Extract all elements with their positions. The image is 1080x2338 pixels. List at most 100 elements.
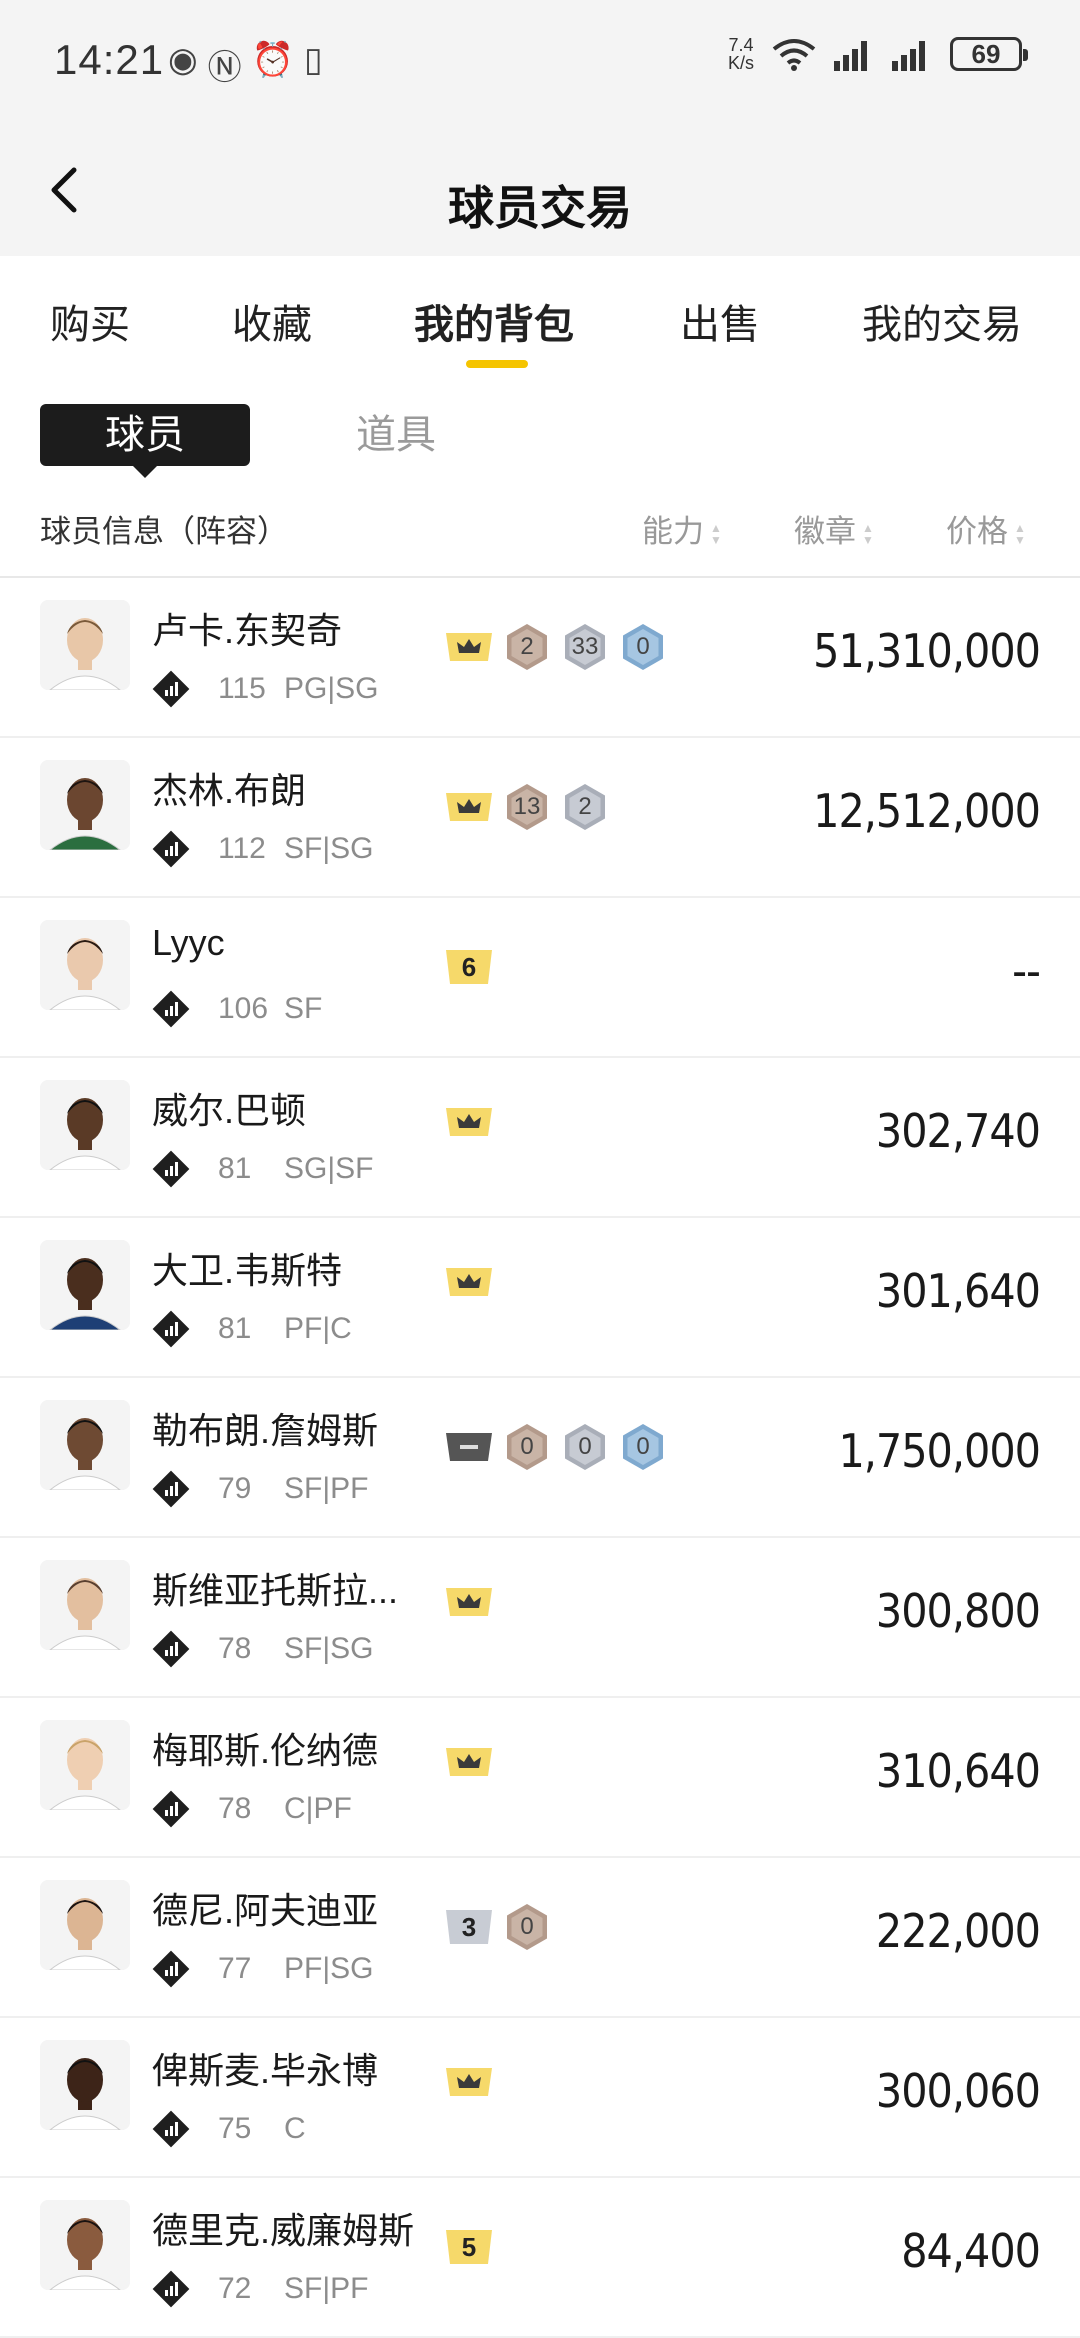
tab-favorites[interactable]: 收藏	[232, 292, 312, 350]
tab-my-backpack[interactable]: 我的背包	[414, 292, 574, 350]
column-price[interactable]: 价格 ▲ ▼	[946, 506, 1026, 551]
player-avatar	[40, 600, 130, 690]
player-avatar	[40, 920, 130, 1010]
player-avatar	[40, 2200, 130, 2290]
badge-count: 0	[520, 1913, 534, 1940]
player-rating: 81	[218, 1312, 252, 1345]
player-price: --	[1012, 944, 1041, 998]
player-price: 12,512,000	[813, 784, 1041, 838]
active-tab-indicator	[466, 360, 528, 368]
rank-icon	[152, 990, 190, 1028]
column-ability[interactable]: 能力 ▲ ▼	[642, 506, 722, 551]
player-avatar	[40, 1720, 130, 1810]
player-name: Lyyc	[152, 922, 225, 963]
player-row[interactable]: 威尔.巴顿 81 SG|SF 302,740	[0, 1058, 1080, 1218]
player-rating: 81	[218, 1152, 252, 1185]
player-row[interactable]: 杰林.布朗 112 SF|SG 13 2 12,512,000	[0, 738, 1080, 898]
badge-group	[444, 1582, 494, 1622]
player-rating: 78	[218, 1792, 252, 1825]
player-name: 勒布朗.詹姆斯	[152, 1410, 379, 1451]
sort-icon: ▲ ▼	[1014, 520, 1026, 547]
player-positions: SF|PF	[284, 1472, 369, 1505]
notification-icons: ◉ Ⓝ ⏰ ▯	[168, 40, 323, 89]
crown-badge-icon	[446, 633, 492, 661]
player-positions: SF	[284, 992, 323, 1025]
column-price-label: 价格	[946, 514, 1008, 549]
player-price: 222,000	[875, 1904, 1041, 1958]
rank-icon	[152, 1630, 190, 1668]
player-avatar	[40, 1560, 130, 1650]
player-positions: PF|SG	[284, 1952, 374, 1985]
tab-my-trades[interactable]: 我的交易	[862, 292, 1022, 350]
player-row[interactable]: 卢卡.东契奇 115 PG|SG 2 33 0 51,310,000	[0, 578, 1080, 738]
silver-badge-icon: 2	[560, 782, 610, 832]
player-row[interactable]: 大卫.韦斯特 81 PF|C 301,640	[0, 1218, 1080, 1378]
player-price: 1,750,000	[838, 1424, 1041, 1478]
player-rating: 106	[218, 992, 269, 1025]
player-row[interactable]: 斯维亚托斯拉... 78 SF|SG 300,800	[0, 1538, 1080, 1698]
player-avatar	[40, 1240, 130, 1330]
segment-players[interactable]: 球员	[40, 404, 250, 478]
player-rating: 115	[218, 672, 266, 705]
column-badge-label: 徽章	[794, 514, 856, 549]
badge-group: 3 0	[444, 1902, 552, 1952]
player-row[interactable]: 德尼.阿夫迪亚 77 PF|SG 3 0 222,000	[0, 1858, 1080, 2018]
signal-icon-2	[892, 41, 925, 71]
alarm-icon: ⏰	[251, 41, 295, 79]
badge-count: 0	[578, 1433, 592, 1460]
bronze-badge-icon: 2	[502, 622, 552, 672]
player-price: 300,060	[875, 2064, 1041, 2118]
player-row[interactable]: 俾斯麦.毕永博 75 C 300,060	[0, 2018, 1080, 2178]
silver-badge-icon: 33	[560, 622, 610, 672]
player-row[interactable]: 梅耶斯.伦纳德 78 C|PF 310,640	[0, 1698, 1080, 1858]
badge-group	[444, 1102, 494, 1142]
player-name: 斯维亚托斯拉...	[152, 1570, 399, 1611]
vibrate-icon: ▯	[304, 41, 323, 79]
badge-count: 0	[636, 633, 650, 660]
player-positions: PF|C	[284, 1312, 352, 1345]
player-name: 俾斯麦.毕永博	[152, 2050, 379, 2091]
player-avatar	[40, 760, 130, 850]
column-badge[interactable]: 徽章 ▲ ▼	[794, 506, 874, 551]
badge-value: 5	[461, 2232, 477, 2262]
silver-level-badge: 3	[444, 1902, 494, 1952]
bronze-badge-icon: 13	[502, 782, 552, 832]
player-row[interactable]: 勒布朗.詹姆斯 79 SF|PF 0 0 0 1,750,000	[0, 1378, 1080, 1538]
badge-group	[444, 1262, 494, 1302]
player-positions: C	[284, 2112, 306, 2145]
player-positions: SF|PF	[284, 2272, 369, 2305]
badge-group: 0 0 0	[444, 1422, 668, 1472]
rank-bar-badge-icon	[446, 1433, 492, 1461]
player-avatar	[40, 1080, 130, 1170]
badge-group: 2 33 0	[444, 622, 668, 672]
rank-icon	[152, 1790, 190, 1828]
crown-badge-icon	[446, 793, 492, 821]
player-rating: 79	[218, 1472, 252, 1505]
segment-items[interactable]: 道具	[354, 404, 438, 466]
badge-value: 3	[461, 1912, 477, 1942]
player-positions: C|PF	[284, 1792, 352, 1825]
player-rating: 112	[218, 832, 266, 865]
tab-buy[interactable]: 购买	[50, 292, 130, 350]
player-price: 302,740	[875, 1104, 1041, 1158]
player-row[interactable]: Lyyc 106 SF 6 --	[0, 898, 1080, 1058]
crown-badge-icon	[446, 1748, 492, 1776]
tab-sell[interactable]: 出售	[680, 292, 760, 350]
badge-group	[444, 1742, 494, 1782]
player-price: 301,640	[875, 1264, 1041, 1318]
player-row[interactable]: 德里克.威廉姆斯 72 SF|PF 5 84,400	[0, 2178, 1080, 2338]
badge-group: 6	[444, 942, 494, 992]
silver-badge-icon: 0	[560, 1422, 610, 1472]
rank-icon	[152, 2110, 190, 2148]
rank-icon	[152, 1470, 190, 1508]
player-name: 德尼.阿夫迪亚	[152, 1890, 379, 1931]
blue-badge-icon: 0	[618, 1422, 668, 1472]
player-price: 51,310,000	[813, 624, 1041, 678]
column-ability-label: 能力	[642, 514, 704, 549]
net-speed-value: 7.4	[728, 35, 754, 55]
player-positions: SF|SG	[284, 832, 374, 865]
badge-count: 13	[513, 793, 541, 820]
player-avatar	[40, 1880, 130, 1970]
level-badge: 5	[444, 2222, 494, 2272]
rank-icon	[152, 830, 190, 868]
